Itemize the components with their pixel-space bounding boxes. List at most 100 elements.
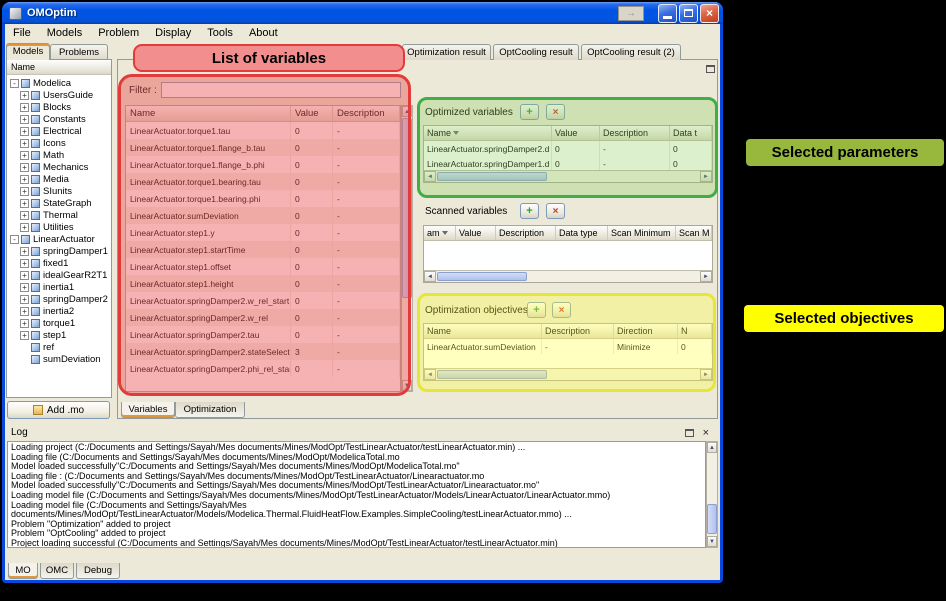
- tree-item-linearactuator[interactable]: -LinearActuator: [7, 233, 111, 245]
- menu-display[interactable]: Display: [147, 25, 199, 41]
- scroll-thumb[interactable]: [437, 272, 527, 281]
- float-panel-icon[interactable]: [685, 429, 694, 437]
- collapse-icon[interactable]: -: [10, 235, 19, 244]
- expand-icon[interactable]: +: [20, 271, 29, 280]
- scroll-down-icon[interactable]: ▼: [402, 380, 412, 391]
- tree-column-header[interactable]: Name: [7, 60, 111, 75]
- tab-models[interactable]: Models: [6, 43, 50, 60]
- close-button[interactable]: ×: [700, 4, 719, 23]
- table-row[interactable]: LinearActuator.torque1.flange_b.phi0-: [126, 156, 400, 173]
- tree-item[interactable]: +idealGearR2T1: [7, 269, 111, 281]
- column-header-name[interactable]: am: [424, 226, 456, 240]
- expand-icon[interactable]: +: [20, 295, 29, 304]
- tab-optcooling-result-2[interactable]: OptCooling result (2): [581, 44, 681, 60]
- menu-about[interactable]: About: [241, 25, 286, 41]
- expand-icon[interactable]: +: [20, 91, 29, 100]
- table-row[interactable]: LinearActuator.sumDeviation-Minimize0: [424, 339, 712, 354]
- tree-item[interactable]: +Media: [7, 173, 111, 185]
- vertical-scrollbar[interactable]: ▲ ▼: [706, 441, 718, 548]
- column-header-n[interactable]: N: [678, 324, 712, 338]
- tree-item[interactable]: ref: [7, 341, 111, 353]
- expand-icon[interactable]: +: [20, 211, 29, 220]
- table-row[interactable]: LinearActuator.springDamper2.d0-0: [424, 141, 712, 156]
- optimized-variables-table[interactable]: Name Value Description Data t LinearActu…: [423, 125, 713, 183]
- table-row[interactable]: LinearActuator.torque1.bearing.tau0-: [126, 173, 400, 190]
- expand-icon[interactable]: +: [20, 151, 29, 160]
- column-header-value[interactable]: Value: [552, 126, 600, 140]
- add-objective-button[interactable]: +: [527, 302, 546, 318]
- column-header-datatype[interactable]: Data type: [556, 226, 608, 240]
- table-row[interactable]: LinearActuator.torque1.bearing.phi0-: [126, 190, 400, 207]
- tree-item[interactable]: +Icons: [7, 137, 111, 149]
- remove-optimized-variable-button[interactable]: ×: [546, 104, 565, 120]
- remove-scanned-variable-button[interactable]: ×: [546, 203, 565, 219]
- add-scanned-variable-button[interactable]: +: [520, 203, 539, 219]
- log-output[interactable]: Loading project (C:/Documents and Settin…: [7, 441, 706, 548]
- expand-icon[interactable]: +: [20, 115, 29, 124]
- table-row[interactable]: LinearActuator.springDamper2.stateSelect…: [126, 343, 400, 360]
- table-row[interactable]: LinearActuator.springDamper2.w_rel0-: [126, 309, 400, 326]
- expand-icon[interactable]: +: [20, 187, 29, 196]
- expand-icon[interactable]: +: [20, 223, 29, 232]
- scroll-up-icon[interactable]: ▲: [402, 106, 412, 117]
- scroll-thumb[interactable]: [707, 504, 717, 534]
- expand-icon[interactable]: +: [20, 163, 29, 172]
- tree-item[interactable]: +springDamper1: [7, 245, 111, 257]
- scroll-thumb[interactable]: [402, 118, 412, 298]
- column-header-description[interactable]: Description: [542, 324, 614, 338]
- menu-tools[interactable]: Tools: [199, 25, 241, 41]
- column-header-name[interactable]: Name: [126, 106, 291, 121]
- horizontal-scrollbar[interactable]: ◄ ►: [424, 270, 712, 282]
- table-row[interactable]: LinearActuator.springDamper2.tau0-: [126, 326, 400, 343]
- tree-item[interactable]: +StateGraph: [7, 197, 111, 209]
- scroll-left-icon[interactable]: ◄: [424, 271, 436, 282]
- table-row[interactable]: LinearActuator.springDamper1.d0-0: [424, 156, 712, 171]
- variables-table[interactable]: Name Value Description LinearActuator.to…: [125, 105, 401, 392]
- vertical-scrollbar[interactable]: ▲ ▼: [401, 105, 413, 392]
- tree-item[interactable]: +SIunits: [7, 185, 111, 197]
- scroll-down-icon[interactable]: ▼: [707, 536, 717, 547]
- column-header-datatype[interactable]: Data t: [670, 126, 712, 140]
- tree-item[interactable]: +step1: [7, 329, 111, 341]
- table-row[interactable]: LinearActuator.sumDeviation0-: [126, 207, 400, 224]
- tree-item[interactable]: +Blocks: [7, 101, 111, 113]
- column-header-description[interactable]: Description: [496, 226, 556, 240]
- collapse-icon[interactable]: -: [10, 79, 19, 88]
- scroll-thumb[interactable]: [437, 370, 547, 379]
- tree-item[interactable]: +Math: [7, 149, 111, 161]
- scroll-right-icon[interactable]: ►: [700, 271, 712, 282]
- expand-icon[interactable]: +: [20, 319, 29, 328]
- minimize-button[interactable]: [658, 4, 677, 23]
- menu-problem[interactable]: Problem: [90, 25, 147, 41]
- table-row[interactable]: LinearActuator.step1.height0-: [126, 275, 400, 292]
- column-header-scan-m[interactable]: Scan M: [676, 226, 712, 240]
- table-row[interactable]: LinearActuator.springDamper2.phi_rel_sta…: [126, 360, 400, 377]
- tree-item[interactable]: +inertia2: [7, 305, 111, 317]
- tree-item-modelica[interactable]: -Modelica: [7, 77, 111, 89]
- expand-icon[interactable]: +: [20, 103, 29, 112]
- expand-icon[interactable]: +: [20, 127, 29, 136]
- table-row[interactable]: LinearActuator.step1.startTime0-: [126, 241, 400, 258]
- table-row[interactable]: LinearActuator.torque1.flange_b.tau0-: [126, 139, 400, 156]
- tab-problems[interactable]: Problems: [50, 44, 108, 60]
- tree-item[interactable]: sumDeviation: [7, 353, 111, 365]
- menu-file[interactable]: File: [5, 25, 39, 41]
- expand-icon[interactable]: +: [20, 247, 29, 256]
- menu-models[interactable]: Models: [39, 25, 90, 41]
- filter-input[interactable]: [161, 82, 401, 98]
- tree-item[interactable]: +Utilities: [7, 221, 111, 233]
- scroll-right-icon[interactable]: ►: [700, 171, 712, 182]
- scroll-thumb[interactable]: [437, 172, 547, 181]
- scroll-up-icon[interactable]: ▲: [707, 442, 717, 453]
- tab-optimization-result[interactable]: Optimization result: [402, 44, 491, 60]
- optimization-objectives-table[interactable]: Name Description Direction N LinearActua…: [423, 323, 713, 381]
- tree-item[interactable]: +Electrical: [7, 125, 111, 137]
- tab-variables[interactable]: Variables: [121, 402, 175, 418]
- remove-objective-button[interactable]: ×: [552, 302, 571, 318]
- column-header-description[interactable]: Description: [600, 126, 670, 140]
- column-header-name[interactable]: Name: [424, 324, 542, 338]
- table-row[interactable]: LinearActuator.torque1.tau0-: [126, 122, 400, 139]
- tree-item[interactable]: +fixed1: [7, 257, 111, 269]
- tab-mo[interactable]: MO: [8, 563, 38, 579]
- tab-optimization[interactable]: Optimization: [175, 402, 245, 418]
